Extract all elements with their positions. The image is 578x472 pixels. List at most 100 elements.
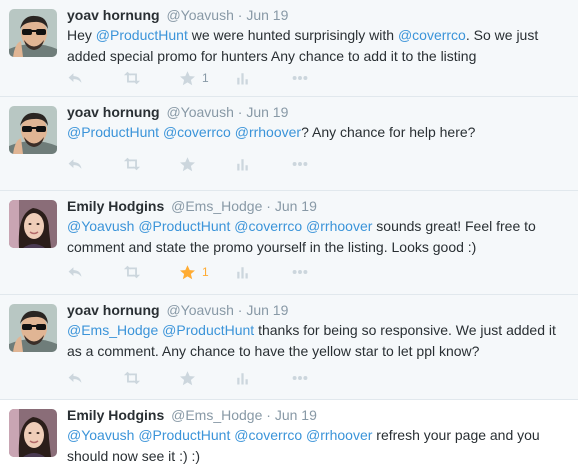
tweet-header: Emily Hodgins @Ems_Hodge · Jun 19 (67, 406, 570, 424)
mention-link[interactable]: @coverrco (234, 427, 302, 443)
username[interactable]: @Yoavush (166, 302, 233, 318)
more-button[interactable] (291, 368, 347, 388)
mention-link[interactable]: @Ems_Hodge (67, 322, 158, 338)
tweet-text-line: should now see it :) :) (67, 447, 570, 466)
fullname[interactable]: yoav hornung (67, 302, 160, 318)
analytics-button[interactable] (235, 262, 291, 282)
tweet-actions: 1 (67, 68, 347, 88)
mention-link[interactable]: @coverrco (398, 27, 466, 43)
fullname[interactable]: Emily Hodgins (67, 407, 164, 423)
timestamp[interactable]: Jun 19 (246, 104, 288, 120)
timestamp[interactable]: Jun 19 (275, 407, 317, 423)
reply-button[interactable] (67, 154, 123, 174)
reply-icon (67, 156, 83, 172)
retweet-icon (123, 69, 141, 87)
reply-icon (67, 370, 83, 386)
fullname[interactable]: Emily Hodgins (67, 198, 164, 214)
tweet-text: we were hunted surprisingly with (187, 27, 398, 43)
more-icon (291, 263, 309, 281)
reply-button[interactable] (67, 368, 123, 388)
mention-link[interactable]: @rrhoover (306, 427, 372, 443)
mention-link[interactable]: @coverrco (163, 124, 231, 140)
avatar[interactable] (9, 409, 57, 457)
avatar[interactable] (9, 200, 57, 248)
timestamp[interactable]: Jun 19 (246, 7, 288, 23)
tweet-text: as a comment. Any chance to have the yel… (67, 343, 480, 359)
tweet-text: should now see it :) :) (67, 448, 201, 464)
tweet-text-line: @Yoavush @ProductHunt @coverrco @rrhoove… (67, 426, 570, 445)
stats-icon (235, 157, 250, 172)
favorite-button[interactable]: 1 (179, 68, 235, 88)
more-button[interactable] (291, 262, 347, 282)
avatar[interactable] (9, 9, 57, 57)
stats-icon (235, 265, 250, 280)
mention-link[interactable]: @ProductHunt (138, 427, 230, 443)
retweet-icon (123, 155, 141, 173)
retweet-button[interactable] (123, 262, 179, 282)
analytics-button[interactable] (235, 154, 291, 174)
separator: · (237, 104, 243, 120)
mention-link[interactable]: @Yoavush (67, 218, 134, 234)
tweet-text: ? Any chance for help here? (301, 124, 476, 140)
username[interactable]: @Yoavush (166, 104, 233, 120)
mention-link[interactable]: @rrhoover (306, 218, 372, 234)
favorite-count: 1 (202, 265, 209, 279)
avatar[interactable] (9, 106, 57, 154)
more-icon (291, 369, 309, 387)
tweet[interactable]: yoav hornung @Yoavush · Jun 19 Hey @Prod… (0, 0, 578, 97)
tweet-actions (67, 368, 347, 388)
tweet-text: thanks for being so responsive. We just … (254, 322, 556, 338)
tweet[interactable]: Emily Hodgins @Ems_Hodge · Jun 19 @Yoavu… (0, 191, 578, 295)
tweet-text-line: @Yoavush @ProductHunt @coverrco @rrhoove… (67, 217, 570, 236)
reply-button[interactable] (67, 262, 123, 282)
mention-link[interactable]: @coverrco (234, 218, 302, 234)
separator: · (266, 198, 271, 214)
tweet[interactable]: yoav hornung @Yoavush · Jun 19 @ProductH… (0, 97, 578, 191)
tweet-header: Emily Hodgins @Ems_Hodge · Jun 19 (67, 197, 570, 215)
more-icon (291, 69, 309, 87)
analytics-button[interactable] (235, 368, 291, 388)
timestamp[interactable]: Jun 19 (246, 302, 288, 318)
mention-link[interactable]: @ProductHunt (67, 124, 159, 140)
separator: · (237, 302, 243, 318)
tweet-text-line: added special promo for hunters Any chan… (67, 47, 570, 66)
retweet-button[interactable] (123, 68, 179, 88)
tweet[interactable]: yoav hornung @Yoavush · Jun 19 @Ems_Hodg… (0, 295, 578, 400)
reply-button[interactable] (67, 68, 123, 88)
tweet-header: yoav hornung @Yoavush · Jun 19 (67, 301, 570, 319)
timestamp[interactable]: Jun 19 (275, 198, 317, 214)
mention-link[interactable]: @ProductHunt (96, 27, 188, 43)
mention-link[interactable]: @ProductHunt (162, 322, 254, 338)
username[interactable]: @Yoavush (166, 7, 233, 23)
favorite-button[interactable] (179, 368, 235, 388)
tweet-text: refresh your page and you (372, 427, 540, 443)
stats-icon (235, 71, 250, 86)
mention-link[interactable]: @Yoavush (67, 427, 134, 443)
tweet-text-line: comment and state the promo yourself in … (67, 238, 570, 257)
tweet-text-line: Hey @ProductHunt we were hunted surprisi… (67, 26, 570, 45)
tweet-text-line: as a comment. Any chance to have the yel… (67, 342, 570, 361)
username[interactable]: @Ems_Hodge (171, 407, 262, 423)
favorite-count: 1 (202, 71, 209, 85)
fullname[interactable]: yoav hornung (67, 104, 160, 120)
favorite-button[interactable] (179, 154, 235, 174)
more-icon (291, 155, 309, 173)
tweet-actions: 1 (67, 262, 347, 282)
username[interactable]: @Ems_Hodge (171, 198, 262, 214)
star-icon (179, 264, 196, 281)
retweet-button[interactable] (123, 154, 179, 174)
tweet-text: . So we just (465, 27, 539, 43)
retweet-button[interactable] (123, 368, 179, 388)
mention-link[interactable]: @ProductHunt (138, 218, 230, 234)
tweet-header: yoav hornung @Yoavush · Jun 19 (67, 103, 570, 121)
more-button[interactable] (291, 68, 347, 88)
more-button[interactable] (291, 154, 347, 174)
fullname[interactable]: yoav hornung (67, 7, 160, 23)
analytics-button[interactable] (235, 68, 291, 88)
tweet[interactable]: Emily Hodgins @Ems_Hodge · Jun 19 @Yoavu… (0, 400, 578, 472)
mention-link[interactable]: @rrhoover (235, 124, 301, 140)
favorite-button[interactable]: 1 (179, 262, 235, 282)
avatar[interactable] (9, 304, 57, 352)
star-icon (179, 70, 196, 87)
retweet-icon (123, 263, 141, 281)
